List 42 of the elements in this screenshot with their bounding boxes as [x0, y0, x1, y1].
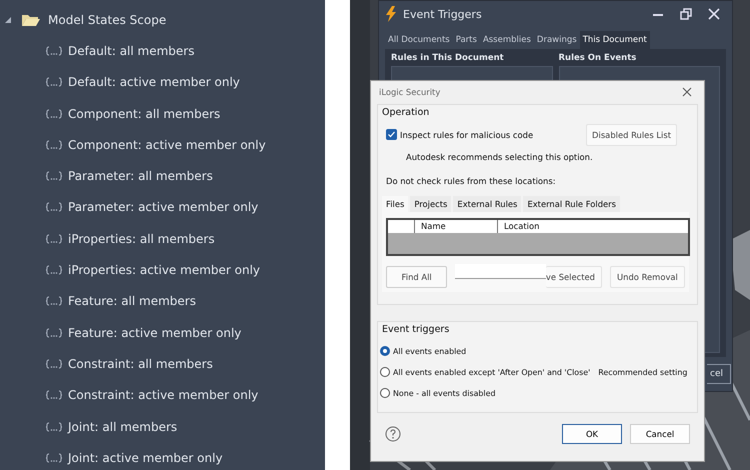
undo-removal-button[interactable]: Undo Removal — [610, 266, 685, 288]
tree-item[interactable]: Constraint: active member only — [0, 380, 325, 411]
tree-item[interactable]: Parameter: active member only — [0, 192, 325, 224]
locations-label: Do not check rules from these locations: — [386, 176, 557, 186]
tree-item[interactable]: Constraint: all members — [0, 348, 325, 380]
inspect-checkbox[interactable]: Inspect rules for malicious code — [386, 129, 534, 140]
tree-item[interactable]: Joint: active member only — [0, 442, 325, 470]
partial-button[interactable]: cel — [707, 364, 731, 384]
dialog-button[interactable]: OK — [562, 424, 622, 444]
tab[interactable]: All Documents — [385, 31, 453, 49]
section-heading: Rules On Events — [558, 53, 638, 63]
dialog-title: iLogic Security — [379, 87, 440, 98]
tree-label: Model States Scope — [48, 12, 166, 27]
tree-item[interactable]: Default: all members — [0, 35, 325, 67]
tree-node[interactable]: Model States Scope — [0, 4, 325, 36]
tree-item[interactable]: Feature: active member only — [0, 316, 325, 348]
group-legend: Operation — [382, 106, 689, 118]
window-title: Event Triggers — [403, 8, 482, 20]
group-legend: Event triggers — [382, 324, 689, 335]
tree-item[interactable]: Component: active member only — [0, 129, 325, 160]
tree-item[interactable]: Default: active member only — [0, 66, 325, 98]
tab[interactable]: External Rules — [453, 196, 522, 212]
tab[interactable]: Projects — [410, 196, 452, 212]
recommendation-note: Autodesk recommends selecting this option. — [405, 152, 594, 162]
tab[interactable]: Drawings — [534, 31, 580, 49]
remove-selected-button[interactable]: ve Selected — [546, 266, 602, 288]
tree-item[interactable]: Parameter: all members — [0, 160, 325, 192]
tab[interactable]: Assemblies — [480, 31, 534, 49]
tab[interactable]: External Rule Folders — [523, 196, 620, 212]
section-heading: Rules in This Document — [391, 53, 505, 63]
dialog-button[interactable]: Cancel — [630, 424, 690, 444]
tree-item[interactable]: iProperties: all members — [0, 223, 325, 254]
find-all-button[interactable]: Find All — [386, 266, 448, 288]
tree-item[interactable]: Feature: all members — [0, 286, 325, 317]
tab[interactable]: Files — [382, 196, 408, 212]
tab[interactable]: Parts — [452, 31, 480, 49]
tree-item[interactable]: Component: all members — [0, 98, 325, 130]
tree-item[interactable]: iProperties: active member only — [0, 254, 325, 286]
column-header: Location — [503, 220, 540, 233]
column-header: Name — [415, 220, 498, 233]
tab[interactable]: This Document — [580, 31, 650, 49]
tree-item[interactable]: Joint: all members — [0, 410, 325, 442]
